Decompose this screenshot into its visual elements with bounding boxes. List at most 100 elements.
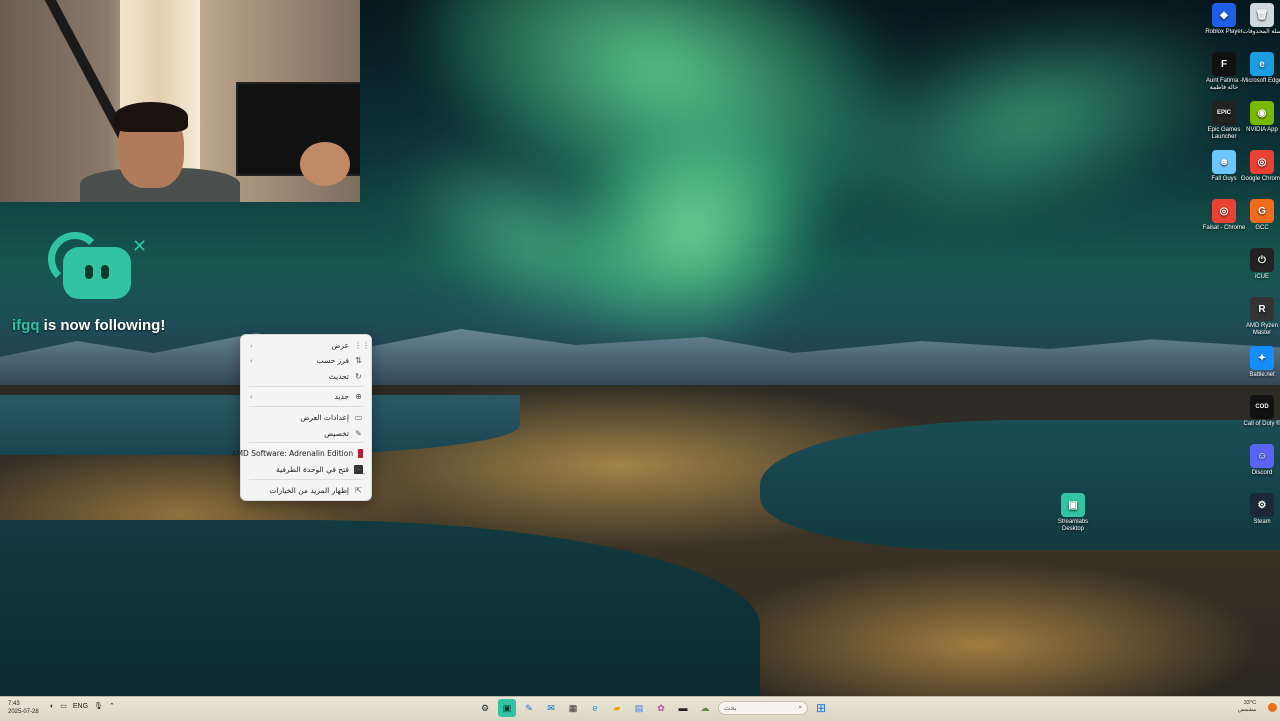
follower-username: ifgq bbox=[12, 317, 40, 334]
context-menu-item[interactable]: ‹ فرز حسب ⇅ bbox=[245, 353, 367, 368]
context-menu-item[interactable]: ‹ جديد ⊕ bbox=[245, 389, 367, 404]
context-menu-item[interactable]: إعدادات العرض ▭ bbox=[245, 410, 367, 425]
aunt-fatima-icon: F bbox=[1212, 52, 1236, 76]
desktop-icon-label: iCUE bbox=[1254, 274, 1269, 280]
store-taskbar-icon[interactable]: ▤ bbox=[630, 699, 648, 717]
desktop-icon-label: سلة المحذوفات bbox=[1242, 29, 1280, 35]
context-menu-item-label: فتح في الوحدة الطرفية bbox=[276, 465, 349, 474]
desktop-icon-label: Discord bbox=[1251, 470, 1273, 476]
context-menu-divider bbox=[249, 406, 363, 407]
context-menu-item-label: عرض bbox=[331, 341, 349, 350]
desktop-icon-label: Streamlabs Desktop bbox=[1057, 519, 1089, 532]
context-menu-divider bbox=[249, 386, 363, 387]
desktop-icon[interactable]: ✦ Battle.net bbox=[1238, 346, 1280, 379]
taskbar: 7:43 2025-07-28 ◐ ▭ ENG 🎙 ⌃ ⚙ ▣ ✎ ✉ ▦ e … bbox=[0, 696, 1280, 721]
context-menu-divider bbox=[249, 479, 363, 480]
desktop-icon[interactable]: ⏻ iCUE bbox=[1238, 248, 1280, 281]
desktop-icon-label: Call of Duty ® bbox=[1243, 421, 1280, 427]
context-menu-item[interactable]: AMD Software: Adrenalin Edition a bbox=[231, 446, 367, 461]
desktop-icon[interactable]: ☺ Discord bbox=[1238, 444, 1280, 477]
follow-message: is now following! bbox=[39, 317, 166, 334]
battlenet-icon: ✦ bbox=[1250, 346, 1274, 370]
taskbar-clock[interactable]: 7:43 2025-07-28 bbox=[8, 700, 39, 716]
display-icon[interactable]: ▭ bbox=[60, 702, 67, 710]
terminal-icon: >_ bbox=[354, 465, 365, 474]
desktop-icon-label: Steam bbox=[1253, 519, 1271, 525]
start-button-windows-icon[interactable]: ⊞ bbox=[812, 699, 830, 717]
context-menu-item-label: تحديث bbox=[328, 372, 349, 381]
chevron-left-icon: ‹ bbox=[250, 392, 253, 401]
follow-alert-text: ifgq is now following! bbox=[12, 317, 165, 334]
terminal-taskbar-icon[interactable]: ▬ bbox=[674, 699, 692, 717]
fjord-water bbox=[760, 420, 1280, 550]
amd-icon: a bbox=[358, 449, 363, 458]
context-menu-item-label: إعدادات العرض bbox=[300, 413, 349, 422]
bot-eye bbox=[85, 265, 93, 279]
desktop-icon[interactable]: R AMD Ryzen Master bbox=[1238, 297, 1280, 337]
fall-guys-icon: ☻ bbox=[1212, 150, 1236, 174]
desktop-icon[interactable]: ◉ NVIDIA App bbox=[1238, 101, 1280, 134]
context-menu-item[interactable]: إظهار المزيد من الخيارات ⇱ bbox=[245, 483, 367, 498]
context-menu-divider bbox=[249, 442, 363, 443]
discord-icon: ☺ bbox=[1250, 444, 1274, 468]
chevron-left-icon: ‹ bbox=[250, 356, 253, 365]
desktop-icon[interactable]: ▣ Streamlabs Desktop bbox=[1049, 493, 1097, 533]
notification-badge-icon[interactable] bbox=[1268, 703, 1277, 712]
streamer-hand bbox=[300, 142, 350, 186]
context-menu-item[interactable]: تخصيص ✎ bbox=[245, 426, 367, 441]
streamlabs-taskbar-icon[interactable]: ▣ bbox=[498, 699, 516, 717]
context-menu-item[interactable]: فتح في الوحدة الطرفية >_ bbox=[245, 462, 367, 477]
network-icon[interactable]: ◐ bbox=[50, 703, 54, 710]
sparkle-icon: ✕ bbox=[132, 236, 148, 257]
ryzen-master-icon: R bbox=[1250, 297, 1274, 321]
streamer-hair bbox=[114, 102, 188, 132]
language-indicator[interactable]: ENG bbox=[73, 703, 88, 710]
call-of-duty-icon: COD bbox=[1250, 395, 1274, 419]
taskbar-apps: ⚙ ▣ ✎ ✉ ▦ e ▰ ▤ ✿ ▬ ☁ بحث ⌕ ⊞ bbox=[476, 699, 830, 717]
desktop-icon[interactable]: COD Call of Duty ® bbox=[1238, 395, 1280, 428]
sort-icon: ⇅ bbox=[355, 356, 362, 365]
weather-temp: 33°C bbox=[1243, 700, 1257, 706]
desktop-icon[interactable]: ◎ Google Chrome bbox=[1238, 150, 1280, 183]
more-options-icon: ⇱ bbox=[355, 486, 362, 495]
chrome-icon: ◎ bbox=[1250, 150, 1274, 174]
gcc-icon: G bbox=[1250, 199, 1274, 223]
edge-taskbar-icon[interactable]: e bbox=[586, 699, 604, 717]
desktop-icon-label: Battle.net bbox=[1249, 372, 1275, 378]
taskbar-search-box[interactable]: بحث ⌕ bbox=[718, 701, 808, 715]
outlook-taskbar-icon[interactable]: ✉ bbox=[542, 699, 560, 717]
weather-widget[interactable]: 33°C مشمس bbox=[1238, 700, 1256, 714]
weather-desc: مشمس bbox=[1238, 707, 1257, 713]
widgets-taskbar-icon[interactable]: ☁ bbox=[696, 699, 714, 717]
steam-taskbar-icon[interactable]: ⚙ bbox=[476, 699, 494, 717]
desktop-icon[interactable]: ⚙ Steam bbox=[1238, 493, 1280, 526]
search-icon: ⌕ bbox=[798, 704, 802, 711]
context-menu-item-label: إظهار المزيد من الخيارات bbox=[269, 486, 349, 495]
context-menu-item[interactable]: ‹ عرض ⋮⋮ bbox=[245, 338, 370, 353]
desktop-icon[interactable]: 🗑 سلة المحذوفات bbox=[1238, 3, 1280, 36]
epic-games-icon: EPIC bbox=[1212, 101, 1236, 125]
display-settings-icon: ▭ bbox=[354, 413, 363, 422]
context-menu-item-label: تخصيص bbox=[324, 429, 349, 438]
file-explorer-taskbar-icon[interactable]: ▰ bbox=[608, 699, 626, 717]
steam-icon: ⚙ bbox=[1250, 493, 1274, 517]
system-tray: ◐ ▭ ENG 🎙 ⌃ bbox=[50, 702, 115, 711]
icue-icon: ⏻ bbox=[1250, 248, 1274, 272]
clock-date: 2025-07-28 bbox=[8, 709, 39, 715]
personalize-icon: ✎ bbox=[355, 429, 362, 438]
chevron-left-icon: ‹ bbox=[250, 341, 253, 350]
paint-taskbar-icon[interactable]: ✎ bbox=[520, 699, 538, 717]
desktop-icon-label: Google Chrome bbox=[1240, 176, 1280, 182]
clock-time: 7:43 bbox=[8, 701, 20, 707]
copilot-taskbar-icon[interactable]: ✿ bbox=[652, 699, 670, 717]
desktop-icon[interactable]: G GCC bbox=[1238, 199, 1280, 232]
chrome-profile-icon: ◎ bbox=[1212, 199, 1236, 223]
context-menu-item-label: AMD Software: Adrenalin Edition bbox=[231, 449, 354, 458]
context-menu-item[interactable]: تحديث ↻ bbox=[245, 369, 367, 384]
calculator-taskbar-icon[interactable]: ▦ bbox=[564, 699, 582, 717]
streamlabs-bot-icon bbox=[63, 247, 131, 299]
desktop-icon[interactable]: e Microsoft Edge bbox=[1238, 52, 1280, 85]
microphone-icon[interactable]: 🎙 bbox=[94, 702, 103, 710]
show-hidden-icons-icon[interactable]: ⌃ bbox=[109, 702, 115, 710]
desktop-icon-label: AMD Ryzen Master bbox=[1245, 323, 1278, 336]
